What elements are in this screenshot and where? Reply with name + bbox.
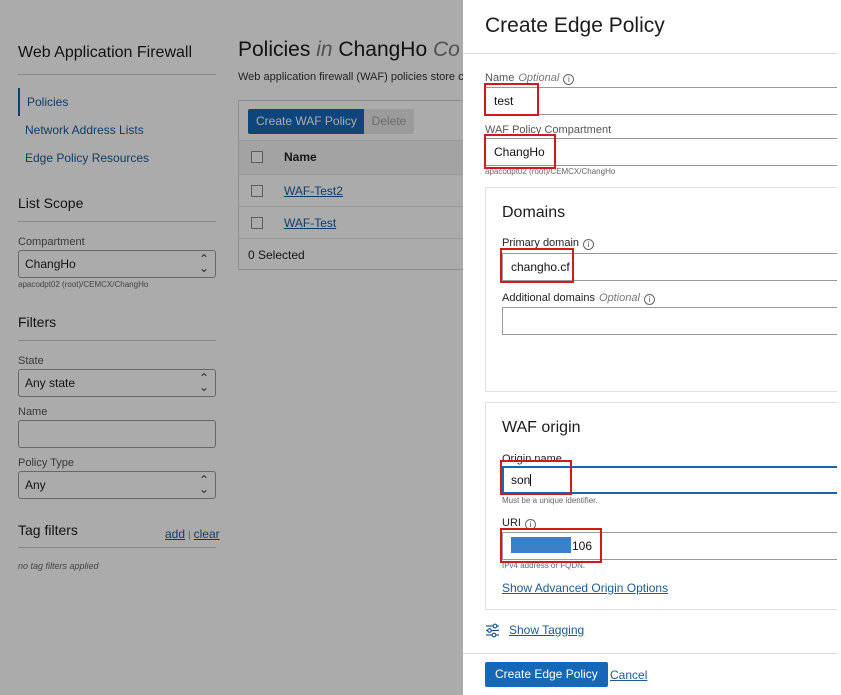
domains-card: Domains Primary domain i changho.cf Addit… [485, 187, 841, 392]
annotation-box [500, 248, 574, 283]
additional-domains-label: Additional domains Optional i [502, 292, 655, 305]
create-edge-policy-button[interactable]: Create Edge Policy [485, 662, 608, 687]
waf-origin-card: WAF origin Origin name son Must be a uni… [485, 402, 841, 610]
panel-title: Create Edge Policy [485, 14, 665, 37]
annotation-box [500, 528, 602, 563]
annotation-box [484, 83, 539, 116]
show-tagging-link[interactable]: Show Tagging [509, 623, 584, 637]
info-icon[interactable]: i [643, 294, 655, 305]
divider [463, 653, 841, 654]
annotation-box [484, 134, 556, 169]
domains-heading: Domains [502, 204, 566, 221]
create-edge-policy-panel: Create Edge Policy Name Optional i test WA… [463, 0, 841, 695]
cancel-link[interactable]: Cancel [610, 668, 647, 682]
additional-domains-input[interactable] [502, 307, 841, 335]
show-advanced-origin-options-link[interactable]: Show Advanced Origin Options [502, 581, 668, 595]
additional-domains-label-text: Additional domains [502, 292, 595, 304]
optional-text: Optional [598, 292, 640, 304]
waf-origin-heading: WAF origin [502, 419, 581, 436]
divider [463, 53, 841, 54]
info-icon[interactable]: i [583, 239, 595, 250]
origin-name-hint: Must be a unique identifier. [502, 496, 598, 505]
annotation-box [500, 460, 572, 495]
panel-right-edge [837, 0, 841, 695]
info-icon[interactable]: i [563, 74, 575, 85]
sliders-icon [486, 623, 499, 638]
